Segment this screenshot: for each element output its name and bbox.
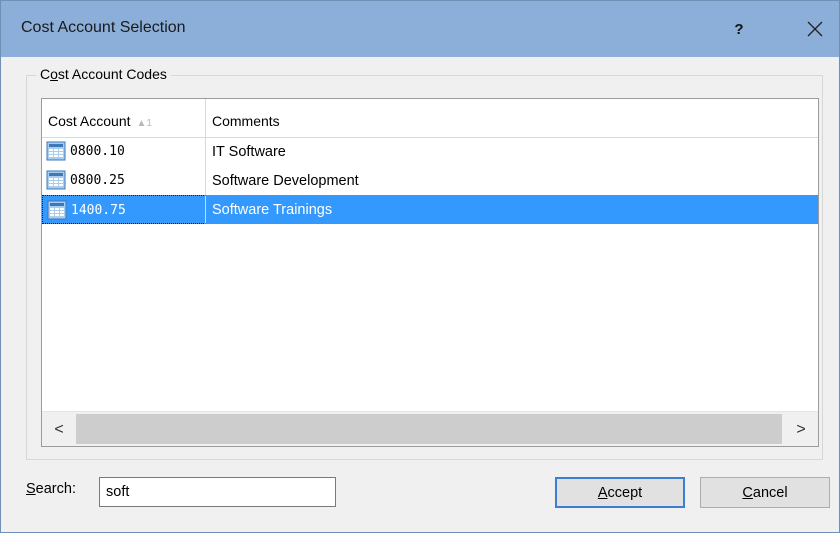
table-row-selected[interactable]: 1400.75 Software Trainings — [42, 195, 818, 224]
close-icon — [807, 21, 823, 37]
cost-account-grid-icon — [47, 200, 67, 220]
cost-account-grid-icon — [46, 141, 66, 161]
close-button[interactable] — [793, 11, 837, 47]
accept-button[interactable]: Accept — [555, 477, 685, 508]
cost-account-grid[interactable]: Cost Account ▲1 Comments 0800.10 IT Softw… — [41, 98, 819, 447]
comment-cell: Software Trainings — [212, 202, 333, 218]
sort-ascending-icon: ▲1 — [136, 118, 152, 129]
window-title: Cost Account Selection — [21, 19, 186, 36]
group-label: Cost Account Codes — [36, 66, 171, 82]
title-bar[interactable]: Cost Account Selection ? — [1, 1, 839, 57]
grid-header: Cost Account ▲1 Comments — [42, 99, 818, 138]
column-header-cost-account[interactable]: Cost Account ▲1 — [42, 99, 206, 137]
scroll-right-button[interactable]: > — [784, 412, 818, 446]
horizontal-scrollbar[interactable]: < > — [42, 411, 818, 446]
column-header-comments[interactable]: Comments — [206, 99, 818, 137]
chevron-left-icon: < — [54, 420, 64, 438]
comment-cell: IT Software — [212, 144, 286, 160]
table-row[interactable]: 0800.10 IT Software — [42, 137, 818, 166]
help-button[interactable]: ? — [717, 11, 761, 47]
chevron-right-icon: > — [796, 420, 806, 438]
cost-account-grid-icon — [46, 170, 66, 190]
cost-account-cell: 1400.75 — [42, 195, 206, 224]
search-label: Search: — [26, 481, 76, 497]
cost-account-cell: 0800.25 — [42, 166, 206, 195]
scroll-left-button[interactable]: < — [42, 412, 76, 446]
cancel-button[interactable]: Cancel — [700, 477, 830, 508]
help-icon: ? — [734, 20, 744, 38]
scrollbar-thumb[interactable] — [76, 414, 782, 444]
cost-account-cell: 0800.10 — [42, 137, 206, 166]
search-input[interactable] — [99, 477, 336, 507]
table-row[interactable]: 0800.25 Software Development — [42, 166, 818, 195]
comment-cell: Software Development — [212, 173, 359, 189]
